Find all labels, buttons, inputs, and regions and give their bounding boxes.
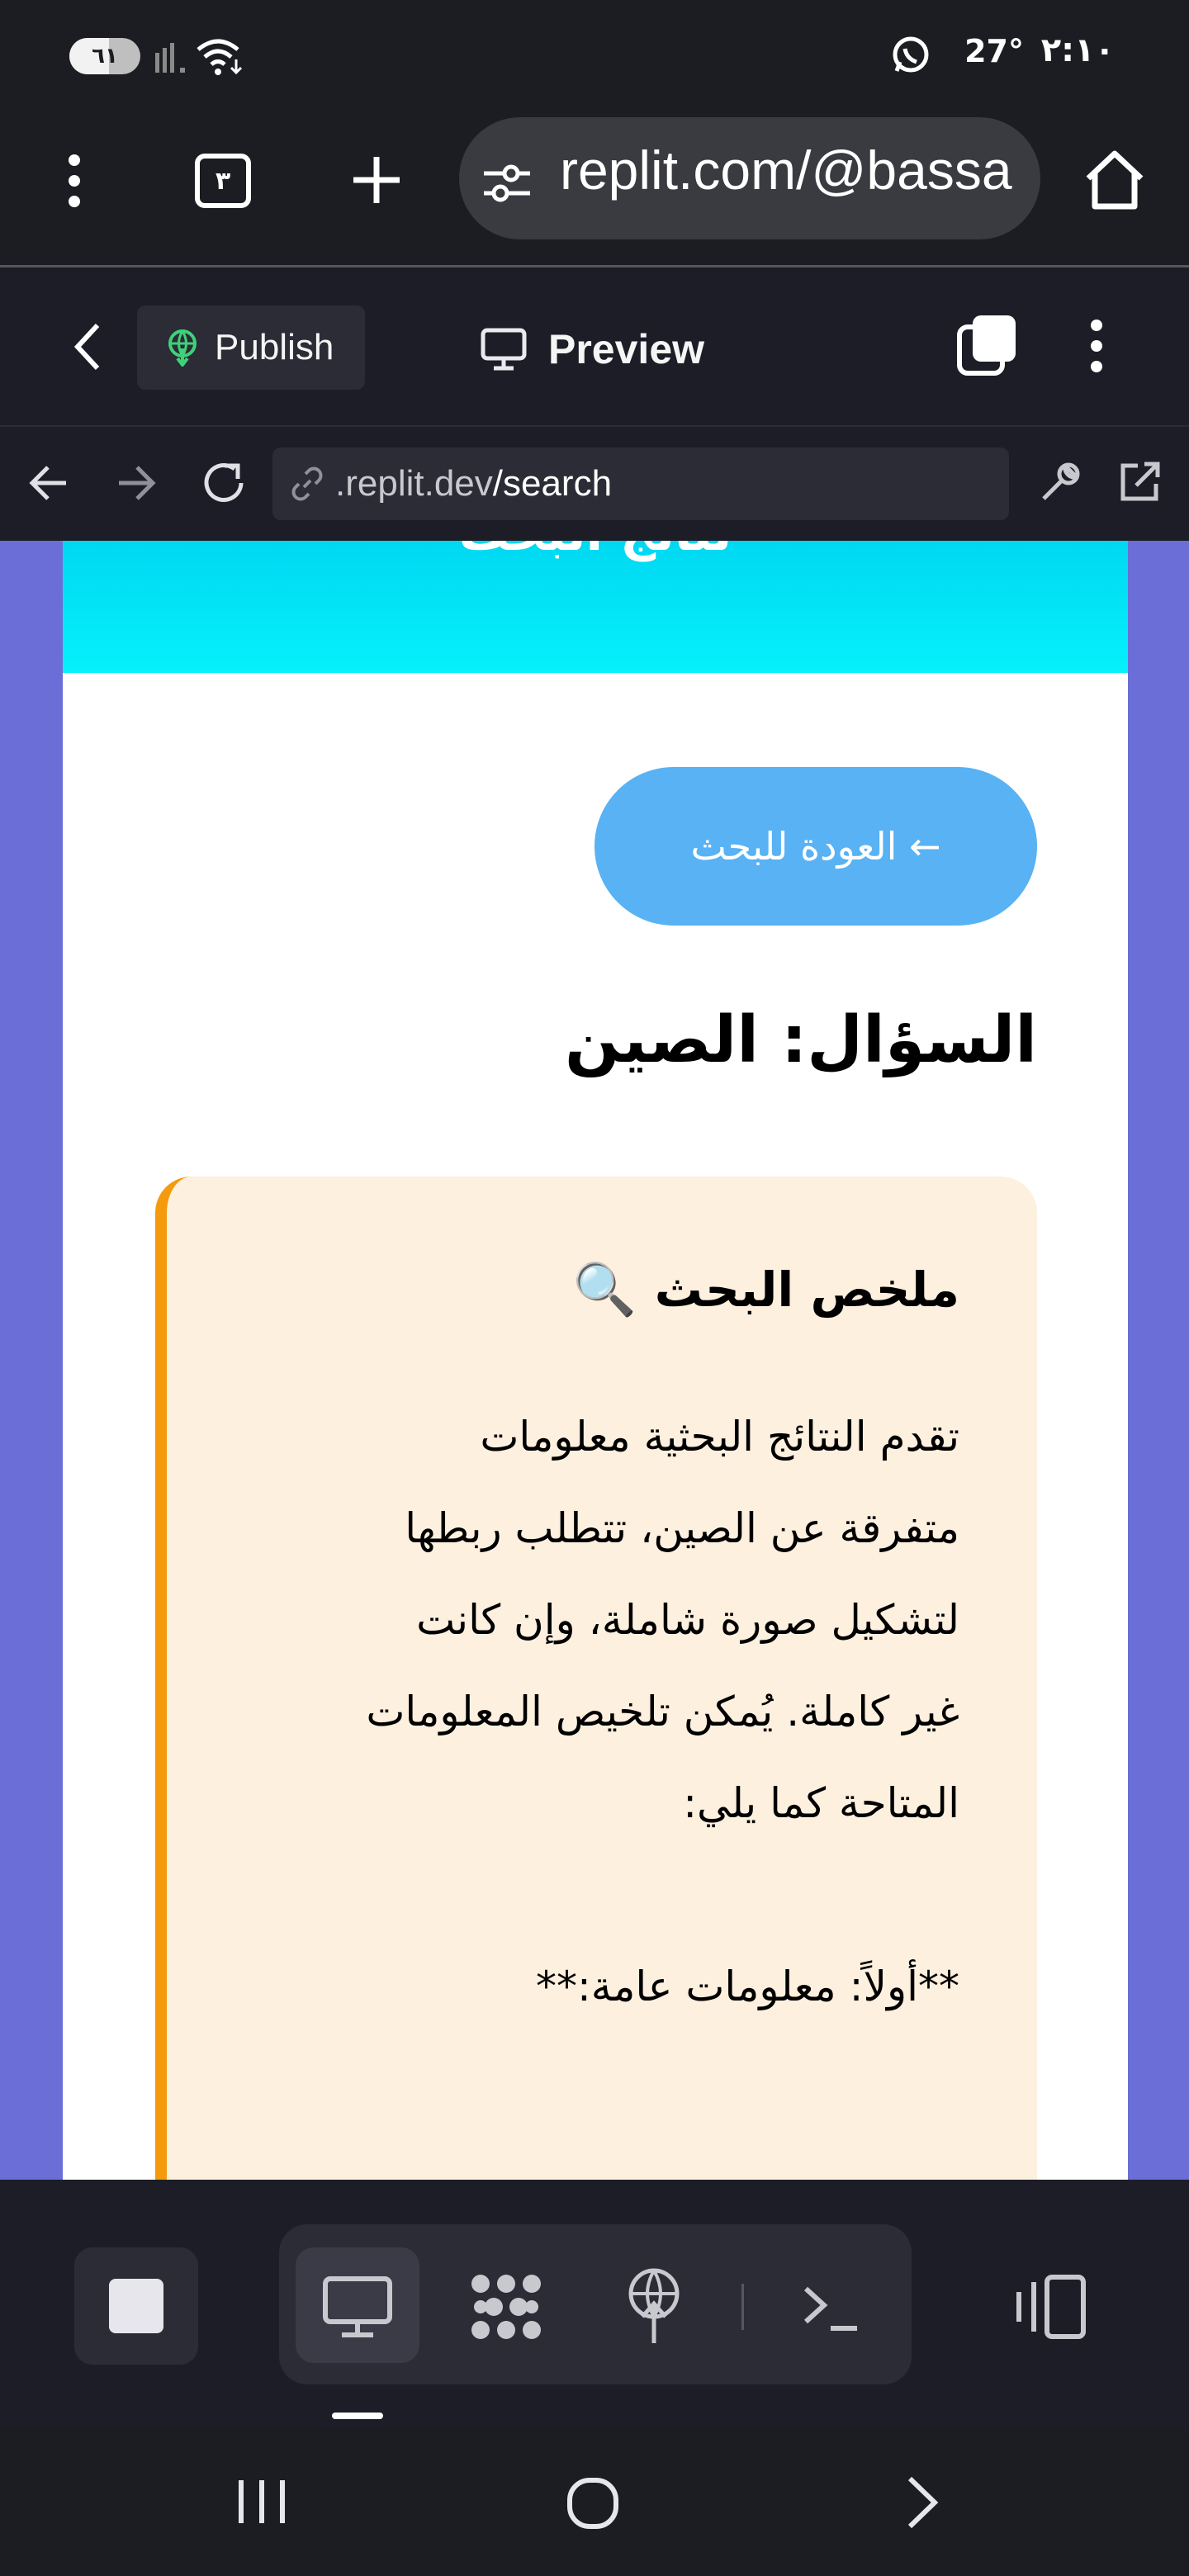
address-path: /search [492,463,613,504]
home-icon[interactable] [1083,149,1146,211]
whatsapp-icon [890,35,931,76]
open-external-icon[interactable] [1116,459,1163,505]
stop-icon [109,2279,163,2333]
results-banner: نتائج البحث [63,541,1128,673]
tabs-icon[interactable]: ٣ [195,154,251,208]
back-to-search-button[interactable]: ← العودة للبحث [594,767,1037,926]
battery-indicator: ٦١ [69,38,140,74]
layout-toggle-icon[interactable] [1014,2274,1088,2340]
home-circle-icon[interactable] [566,2477,619,2530]
back-chevron-icon[interactable] [71,320,104,373]
reload-icon[interactable] [200,459,248,507]
results-card: نتائج البحث ← العودة للبحث السؤال: الصين… [63,541,1128,2180]
back-chevron-icon[interactable] [905,2474,941,2531]
shell-icon[interactable] [803,2284,860,2333]
new-tab-icon[interactable] [350,154,403,206]
stop-button[interactable] [74,2247,198,2365]
webview-address-bar[interactable]: .replit.dev/search [272,447,1009,520]
preview-tab[interactable]: Preview [481,312,704,386]
clock: ٢:١٠ [1040,31,1115,69]
extensions-icon[interactable] [469,2272,543,2342]
summary-box: ملخص البحث 🔍 تقدم النتائج البحثية معلوما… [155,1177,1037,2180]
address-domain: .replit.dev [335,463,493,504]
more-options-icon[interactable] [1083,319,1110,373]
magnifier-icon: 🔍 [572,1259,637,1319]
deploy-icon[interactable] [623,2267,685,2345]
webpage-viewport[interactable]: نتائج البحث ← العودة للبحث السؤال: الصين… [0,541,1189,2180]
publish-button[interactable]: Publish [137,305,365,390]
summary-body: تقدم النتائج البحثية معلومات متفرقة عن ا… [366,1413,959,2010]
signal-icon [154,41,190,74]
banner-title: نتائج البحث [63,541,1128,562]
url-text[interactable]: replit.com/@bassa [560,139,1022,205]
status-bar: ٦١ 27° ٢:١٠ [0,0,1189,116]
site-settings-icon[interactable] [482,160,532,206]
weather-temp: 27° [964,33,1024,69]
publish-label: Publish [215,327,334,367]
recents-icon[interactable] [236,2477,287,2526]
pane-switch-icon[interactable] [956,312,1019,378]
summary-title-text: ملخص البحث [654,1262,959,1318]
tool-divider [741,2284,744,2330]
home-indicator [332,2413,383,2419]
menu-dots-icon[interactable] [59,154,89,208]
question-heading: السؤال: الصين [565,1003,1037,1077]
wifi-icon [195,35,246,78]
nav-forward-icon[interactable] [116,462,157,504]
nav-back-icon[interactable] [28,462,69,504]
preview-label: Preview [548,326,705,372]
publish-globe-icon [165,329,200,367]
desktop-icon[interactable] [322,2275,393,2338]
link-icon [289,466,325,502]
summary-title: ملخص البحث 🔍 [573,1259,959,1320]
monitor-icon [481,328,527,371]
devtools-wrench-icon[interactable] [1037,459,1083,505]
